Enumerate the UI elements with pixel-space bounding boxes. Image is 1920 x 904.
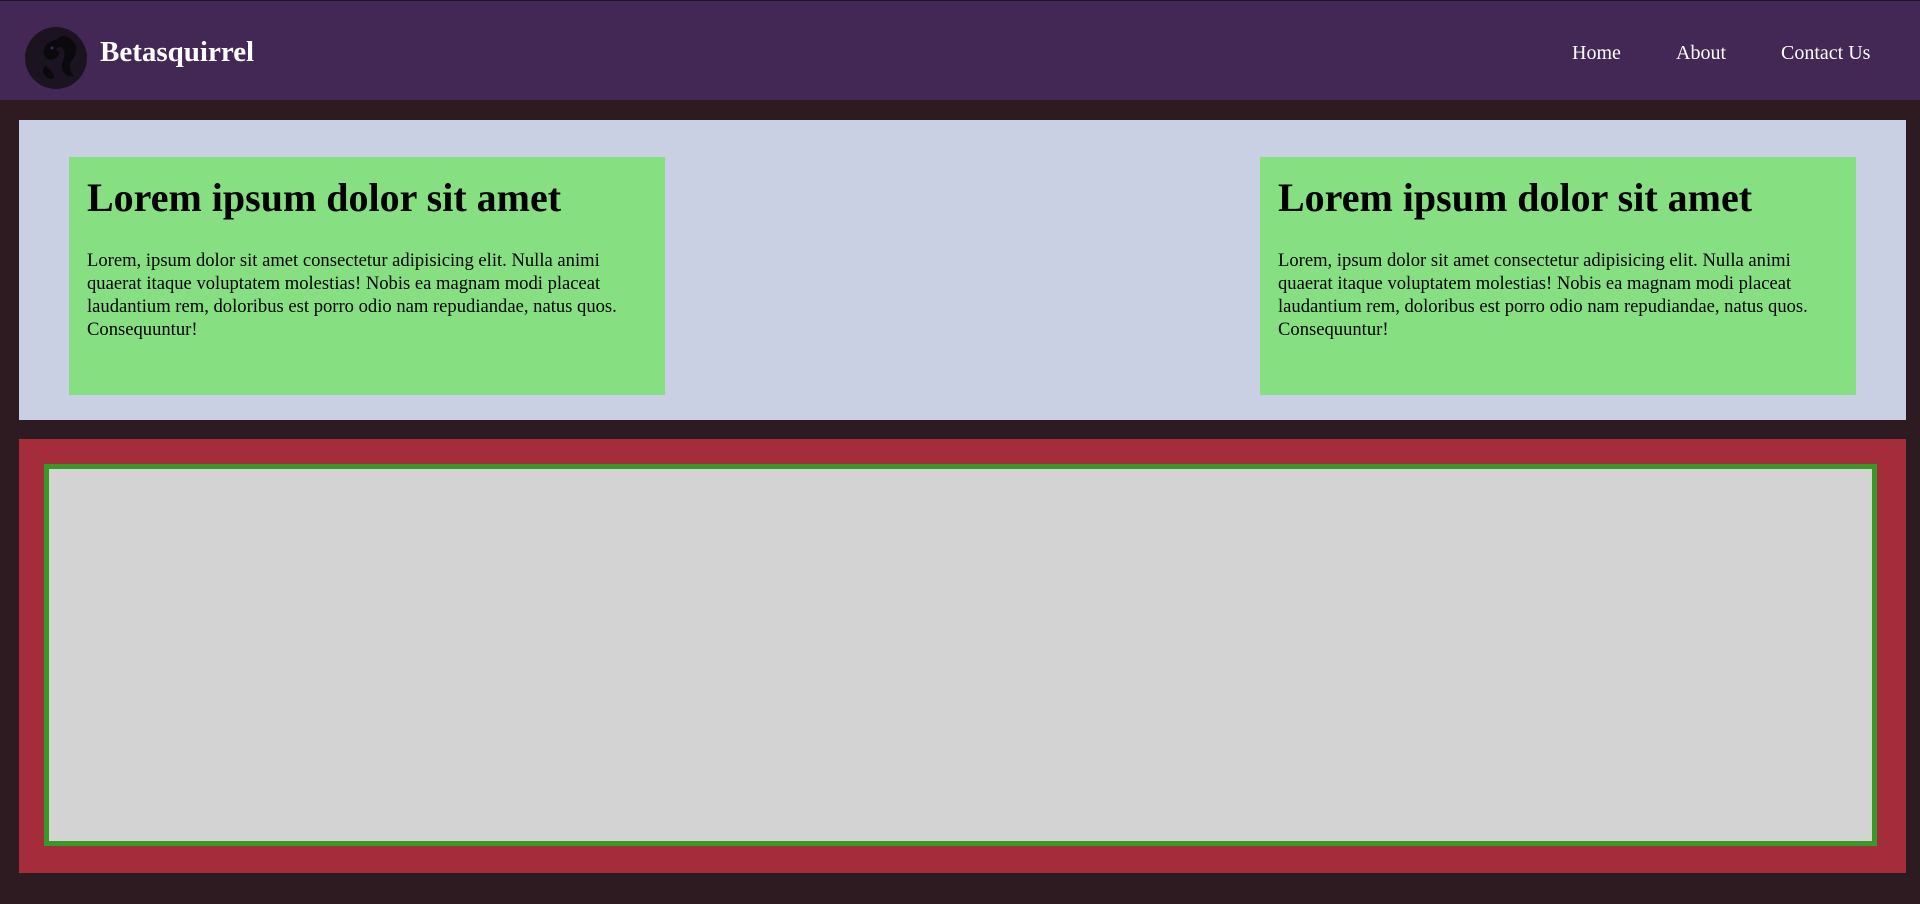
card-body: Lorem, ipsum dolor sit amet consectetur …: [87, 250, 617, 340]
content-box: [44, 464, 1877, 846]
feature-card-left: Lorem ipsum dolor sit amet Lorem, ipsum …: [69, 157, 665, 395]
nav-link-about[interactable]: About: [1676, 41, 1726, 65]
nav-link-home[interactable]: Home: [1572, 41, 1621, 65]
brand-name[interactable]: Betasquirrel: [100, 35, 254, 69]
nav-link-contact-us[interactable]: Contact Us: [1781, 41, 1870, 65]
squirrel-logo-icon[interactable]: [24, 26, 88, 90]
hero-section: Lorem ipsum dolor sit amet Lorem, ipsum …: [19, 120, 1906, 420]
card-title: Lorem ipsum dolor sit amet: [1278, 175, 1753, 220]
lower-section: [19, 439, 1906, 873]
card-body: Lorem, ipsum dolor sit amet consectetur …: [1278, 250, 1808, 340]
navbar: Betasquirrel Home About Contact Us: [0, 0, 1920, 100]
feature-card-right: Lorem ipsum dolor sit amet Lorem, ipsum …: [1260, 157, 1856, 395]
card-title: Lorem ipsum dolor sit amet: [87, 175, 562, 220]
